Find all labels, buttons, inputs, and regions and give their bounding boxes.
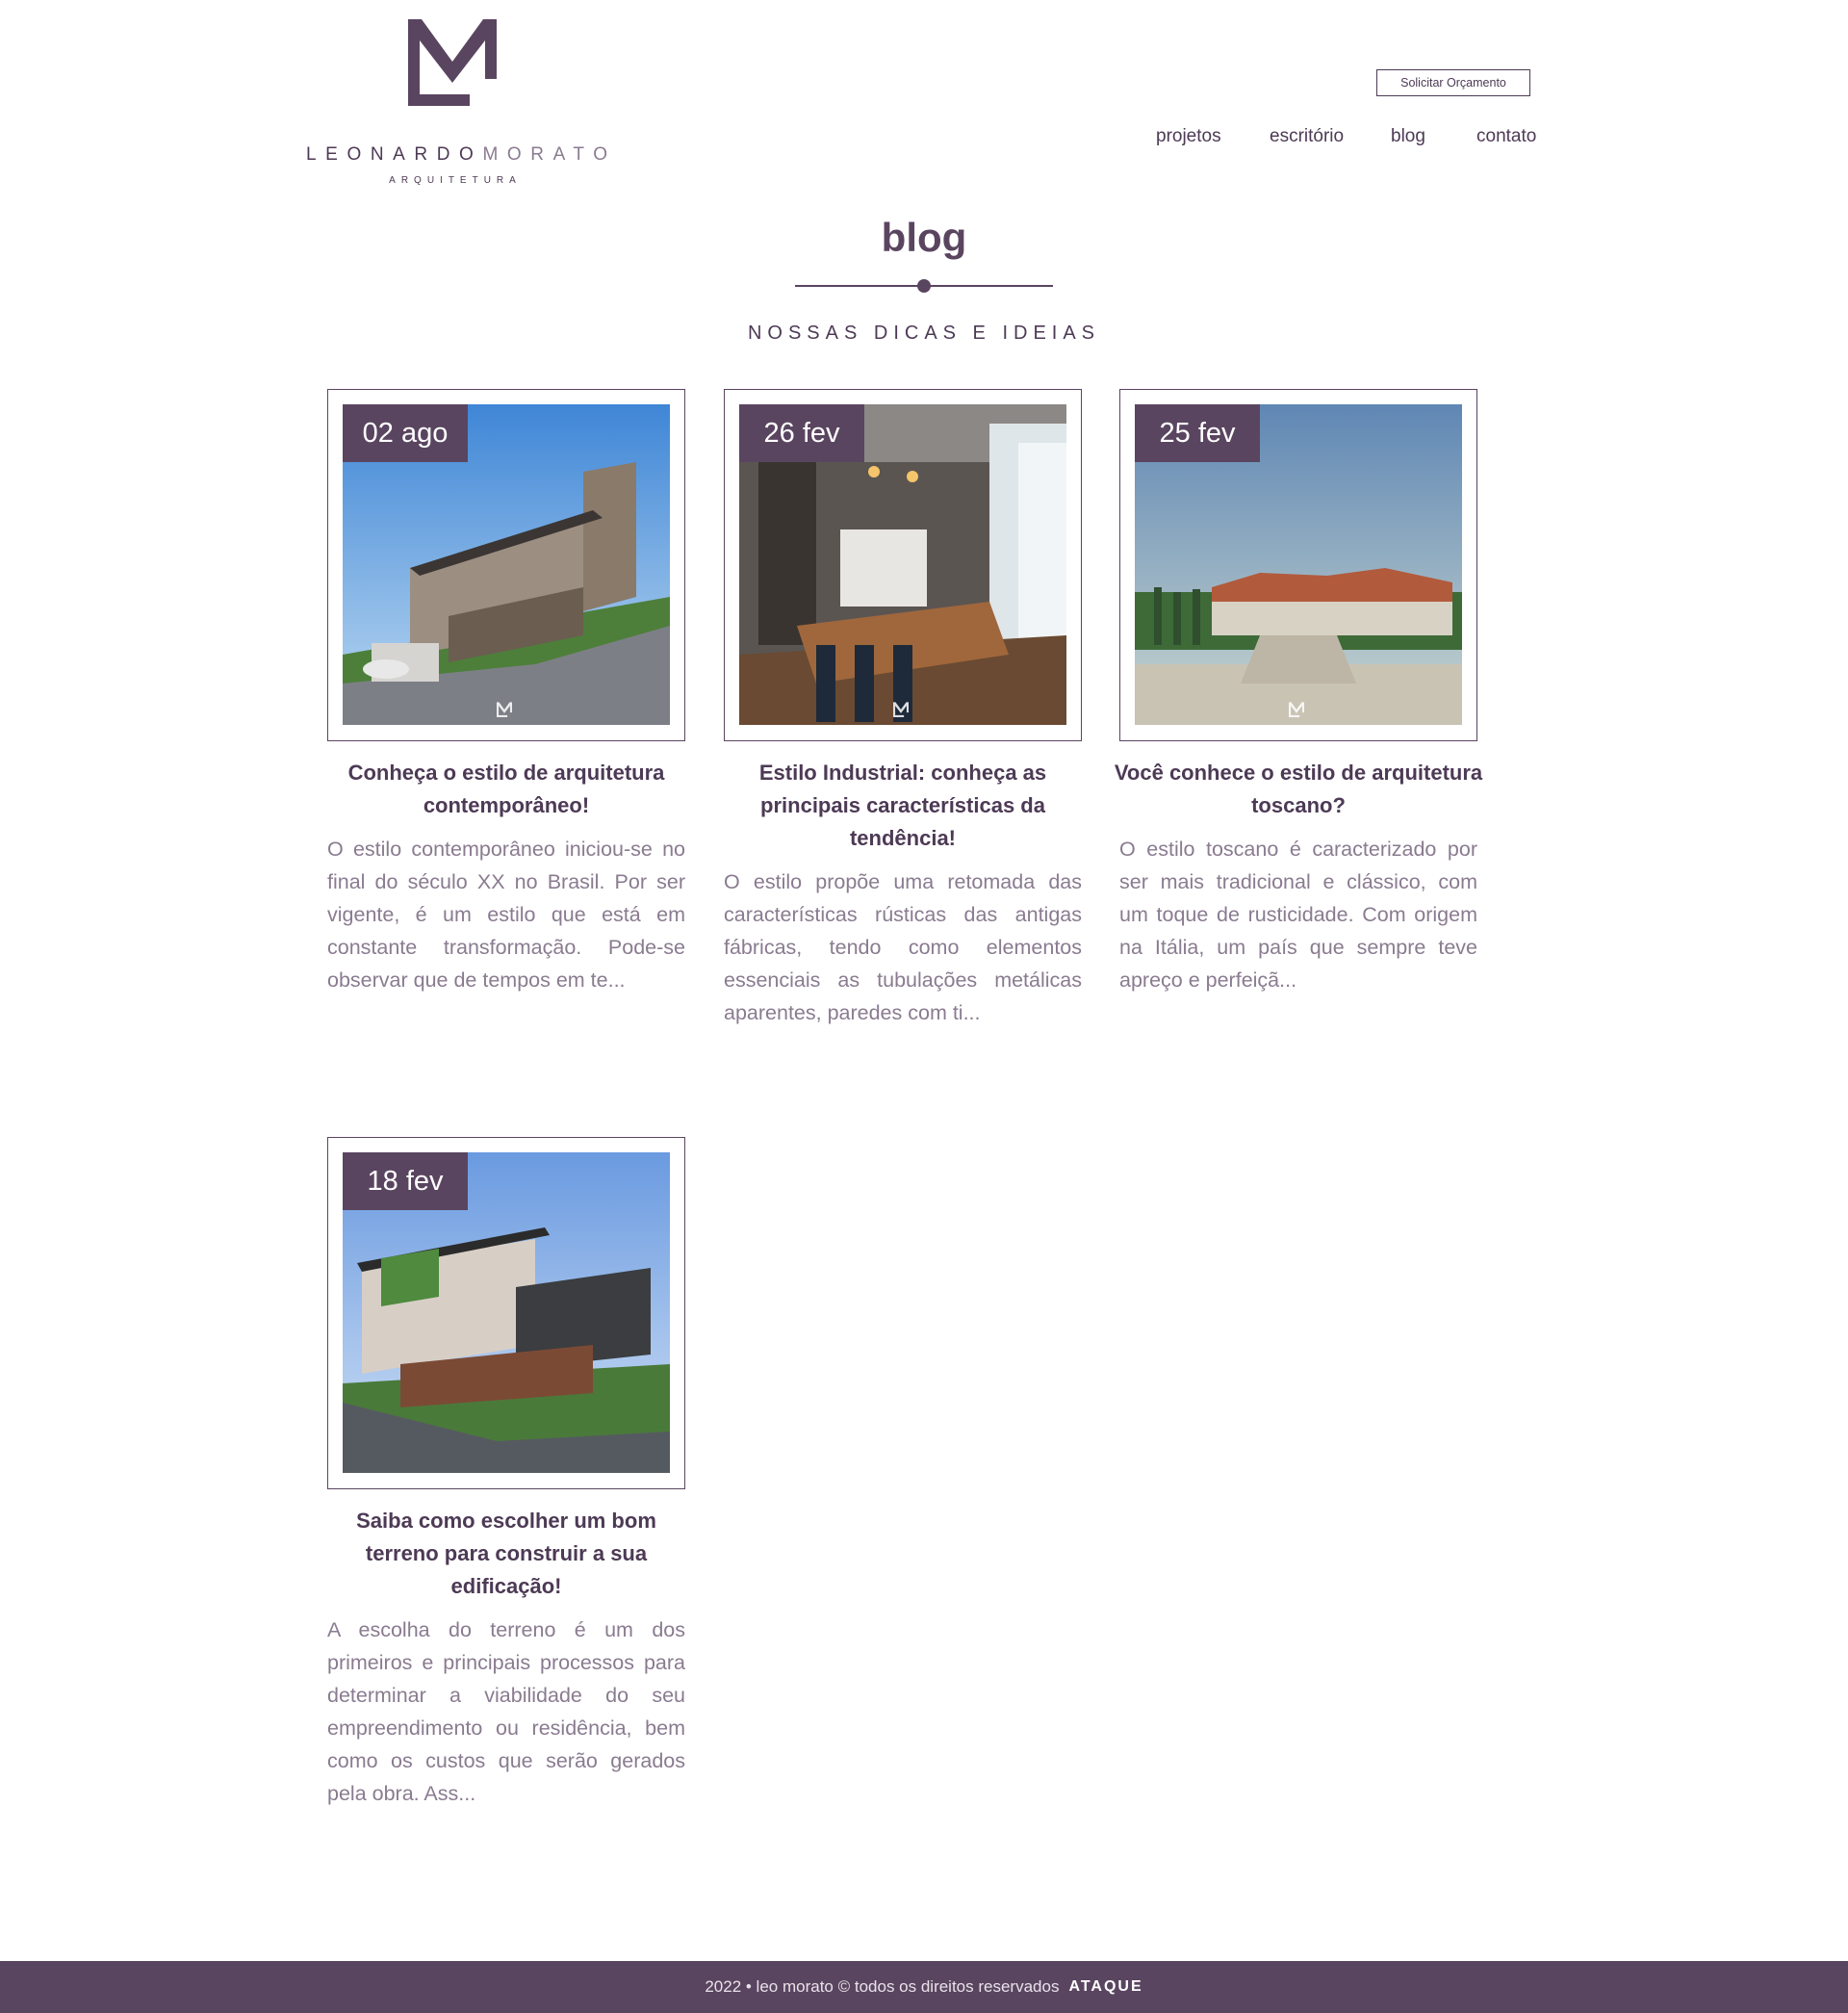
post-title[interactable]: Conheça o estilo de arquitetura contempo… <box>318 757 695 822</box>
post-image-frame[interactable]: 26 fev <box>724 389 1082 741</box>
post-date-badge: 25 fev <box>1135 404 1260 462</box>
watermark-icon <box>497 702 512 717</box>
watermark-icon <box>1289 702 1304 717</box>
post-title[interactable]: Saiba como escolher um bom terreno para … <box>318 1505 695 1603</box>
lm-monogram-icon <box>408 19 497 106</box>
page-title: blog <box>881 215 967 260</box>
nav-item-escritorio[interactable]: escritório <box>1270 126 1344 147</box>
brand-name: LEONARDOMORATO <box>306 144 617 165</box>
site-logo[interactable]: LEONARDOMORATO ARQUITETURA <box>306 17 617 186</box>
post-excerpt: O estilo toscano é caracterizado por ser… <box>1119 838 1477 992</box>
post-image-frame[interactable]: 02 ago <box>327 389 685 741</box>
post-date-badge: 26 fev <box>739 404 864 462</box>
nav-item-contato[interactable]: contato <box>1476 126 1536 147</box>
page-subtitle: NOSSAS DICAS E IDEIAS <box>747 323 1101 344</box>
post-excerpt: O estilo propõe uma retomada das caracte… <box>724 870 1082 1024</box>
footer-copyright: 2022 • leo morato © todos os direitos re… <box>705 1977 1060 1996</box>
nav-item-projetos[interactable]: projetos <box>1156 126 1221 147</box>
brand-tagline: ARQUITETURA <box>389 175 522 186</box>
watermark-icon <box>893 702 909 717</box>
request-quote-button[interactable]: Solicitar Orçamento <box>1376 69 1530 96</box>
post-title[interactable]: Você conhece o estilo de arquitetura tos… <box>1110 757 1487 822</box>
post-title[interactable]: Estilo Industrial: conheça as principais… <box>714 757 1091 855</box>
post-date-badge: 18 fev <box>343 1152 468 1210</box>
site-footer: 2022 • leo morato © todos os direitos re… <box>0 1961 1848 2013</box>
post-date-badge: 02 ago <box>343 404 468 462</box>
agency-link[interactable]: ATAQUE <box>1068 1978 1142 1996</box>
post-excerpt: A escolha do terreno é um dos primeiros … <box>327 1618 685 1805</box>
post-excerpt: O estilo contemporâneo iniciou-se no fin… <box>327 838 685 992</box>
post-image-frame[interactable]: 18 fev <box>327 1137 685 1489</box>
title-divider <box>795 279 1053 293</box>
post-image-frame[interactable]: 25 fev <box>1119 389 1477 741</box>
nav-item-blog[interactable]: blog <box>1391 126 1425 147</box>
